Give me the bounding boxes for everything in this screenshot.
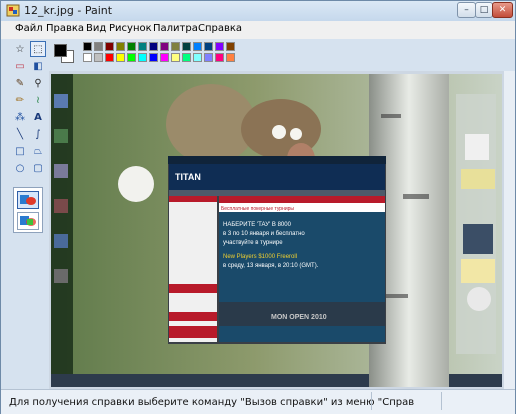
palette-swatch[interactable] [94, 42, 103, 51]
window-title: 12_kr.jpg - Paint [24, 4, 113, 17]
opaque-shapes-icon [20, 195, 36, 205]
menu-file[interactable]: Файл [15, 23, 43, 34]
ellipse-icon[interactable]: ○ [12, 160, 28, 176]
rounded-rect-icon[interactable]: ▢ [30, 160, 46, 176]
tool-options-box [13, 187, 43, 233]
eraser-icon[interactable]: ▭ [12, 58, 28, 74]
color-picker-icon[interactable]: ✎ [12, 75, 28, 91]
palette-swatch[interactable] [83, 53, 92, 62]
maximize-button[interactable]: □ [475, 2, 493, 18]
svg-text:в среду, 13 января, в 20:10 (G: в среду, 13 января, в 20:10 (GMT). [223, 263, 319, 269]
paint-app-icon [6, 4, 20, 17]
palette-swatch[interactable] [160, 42, 169, 51]
transparent-shapes-icon [20, 216, 36, 226]
svg-text:участвуйте в турнире: участвуйте в турнире [223, 239, 283, 246]
palette-swatch[interactable] [204, 42, 213, 51]
rect-select-icon[interactable]: ⬚ [30, 41, 46, 57]
svg-text:MON OPEN 2010: MON OPEN 2010 [271, 314, 327, 321]
menu-image[interactable]: Рисунок [109, 23, 152, 34]
palette-swatch[interactable] [94, 53, 103, 62]
fill-icon[interactable]: ◧ [30, 58, 46, 74]
menu-edit[interactable]: Правка [46, 23, 84, 34]
line-icon[interactable]: ╲ [12, 126, 28, 142]
palette-swatch[interactable] [171, 42, 180, 51]
current-colors[interactable] [51, 42, 79, 64]
status-divider [371, 392, 372, 410]
curve-icon[interactable]: ∫ [30, 126, 46, 142]
canvas-image[interactable]: TITAN Бесплатные покерные турниры НАБЕРИ… [51, 74, 502, 387]
palette-swatch[interactable] [215, 53, 224, 62]
palette-swatch[interactable] [171, 53, 180, 62]
menu-help[interactable]: Справка [198, 23, 242, 34]
palette-swatch[interactable] [215, 42, 224, 51]
status-bar: Для получения справки выберите команду "… [1, 389, 515, 414]
svg-text:New Players $1000 Freeroll: New Players $1000 Freeroll [223, 254, 297, 260]
free-form-select-icon[interactable]: ☆ [12, 41, 28, 57]
canvas-area[interactable]: TITAN Бесплатные покерные турниры НАБЕРИ… [49, 71, 504, 389]
palette-swatch[interactable] [105, 53, 114, 62]
magnifier-icon[interactable]: ⚲ [30, 75, 46, 91]
palette-swatch[interactable] [193, 42, 202, 51]
palette-swatch[interactable] [182, 42, 191, 51]
close-button[interactable]: ✕ [492, 2, 513, 18]
transparent-option[interactable] [17, 212, 39, 230]
palette-swatch[interactable] [193, 53, 202, 62]
minimize-button[interactable]: – [457, 2, 476, 18]
text-icon[interactable]: A [30, 109, 46, 125]
palette-swatch[interactable] [127, 53, 136, 62]
poker-logo: TITAN [175, 172, 201, 182]
palette-swatch[interactable] [138, 53, 147, 62]
rectangle-icon[interactable]: □ [12, 143, 28, 159]
palette-swatch[interactable] [116, 53, 125, 62]
palette-swatch[interactable] [160, 53, 169, 62]
palette-swatch[interactable] [182, 53, 191, 62]
brush-icon[interactable]: ≀ [30, 92, 46, 108]
color-palette [83, 42, 243, 64]
palette-swatch[interactable] [149, 53, 158, 62]
palette-swatch[interactable] [105, 42, 114, 51]
palette-swatch[interactable] [226, 53, 235, 62]
status-text: Для получения справки выберите команду "… [9, 397, 415, 408]
menu-colors[interactable]: Палитра [153, 23, 198, 34]
palette-swatch[interactable] [83, 42, 92, 51]
palette-swatch[interactable] [127, 42, 136, 51]
opaque-option[interactable] [17, 191, 39, 209]
palette-swatch[interactable] [226, 42, 235, 51]
airbrush-icon[interactable]: ⁂ [12, 109, 28, 125]
svg-text:в 3 по 10 января и бесплатно: в 3 по 10 января и бесплатно [223, 231, 305, 237]
menu-view[interactable]: Вид [86, 23, 106, 34]
palette-swatch[interactable] [149, 42, 158, 51]
pencil-icon[interactable]: ✏ [12, 92, 28, 108]
polygon-icon[interactable]: ⏢ [30, 143, 46, 159]
svg-text:НАБЕРИТЕ 'ТАУ' В 8000: НАБЕРИТЕ 'ТАУ' В 8000 [223, 222, 292, 228]
paint-window: 12_kr.jpg - Paint – □ ✕ Файл Правка Вид … [0, 0, 516, 414]
svg-text:Бесплатные покерные турниры: Бесплатные покерные турниры [221, 206, 294, 212]
vertical-scrollbar[interactable] [504, 71, 515, 389]
palette-swatch[interactable] [116, 42, 125, 51]
status-divider [441, 392, 442, 410]
palette-swatch[interactable] [138, 42, 147, 51]
menu-bar: Файл Правка Вид Рисунок Палитра Справка [1, 21, 515, 39]
palette-swatch[interactable] [204, 53, 213, 62]
title-bar[interactable]: 12_kr.jpg - Paint – □ ✕ [1, 1, 515, 21]
foreground-color-swatch[interactable] [54, 44, 67, 57]
